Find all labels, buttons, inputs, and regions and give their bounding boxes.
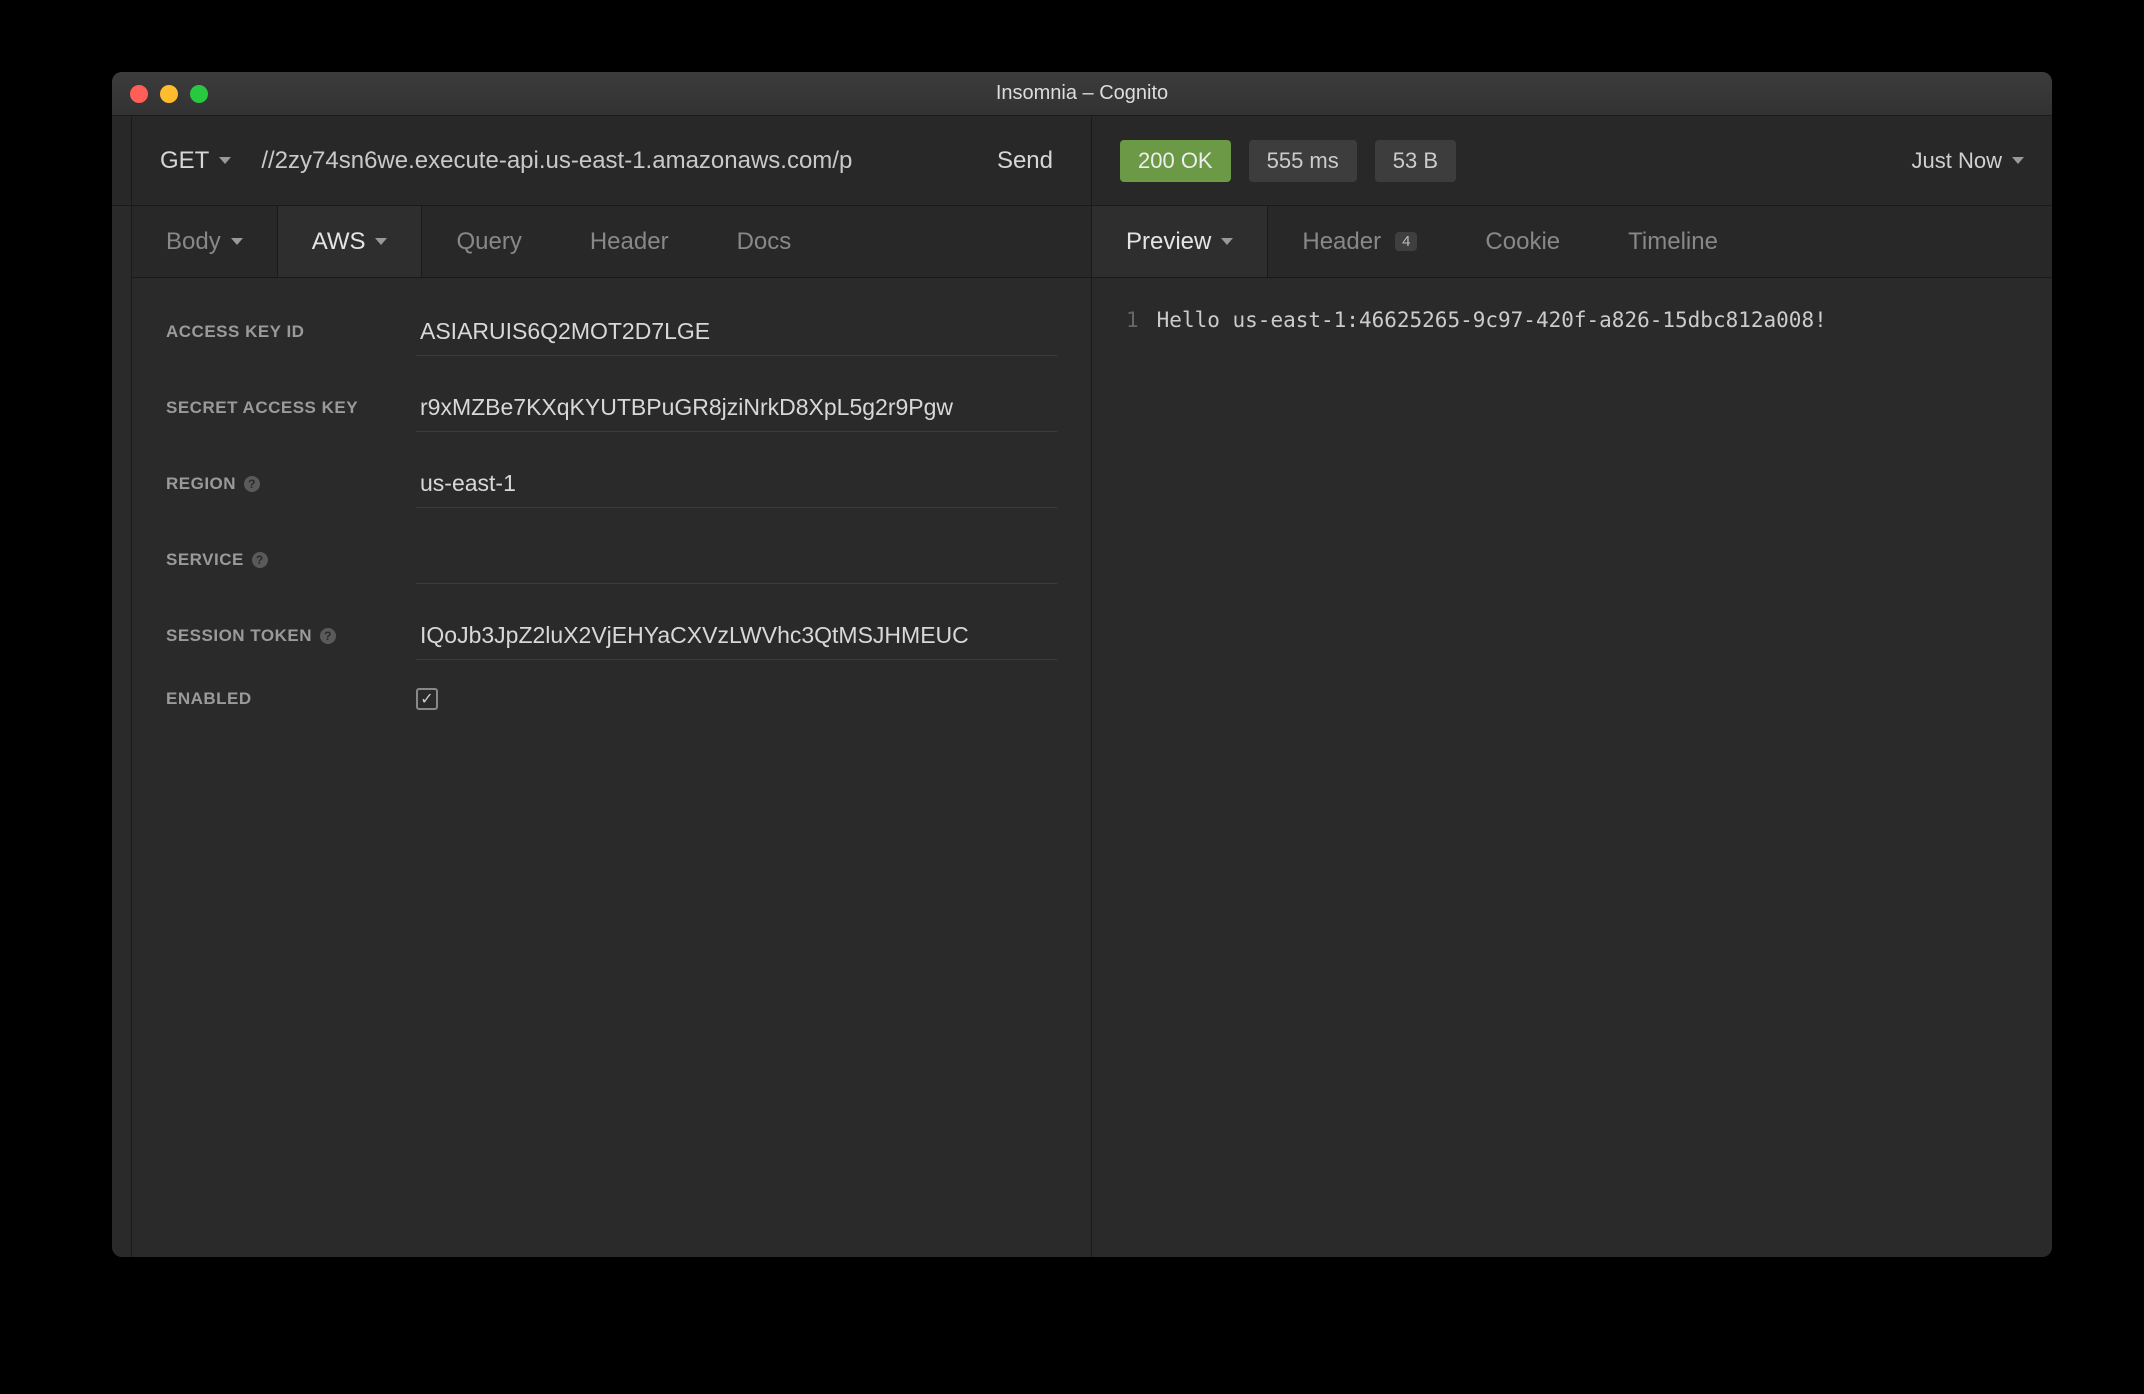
tab-preview-label: Preview — [1126, 228, 1211, 256]
method-dropdown[interactable]: GET — [160, 147, 251, 175]
input-session-token[interactable] — [416, 612, 1057, 660]
chevron-down-icon — [375, 238, 387, 245]
close-icon[interactable] — [130, 85, 148, 103]
titlebar: Insomnia – Cognito — [112, 72, 2052, 116]
chevron-down-icon — [2012, 157, 2024, 164]
status-badge: 200 OK — [1120, 140, 1231, 182]
help-icon[interactable]: ? — [320, 628, 336, 644]
input-secret-access-key[interactable] — [416, 384, 1057, 432]
chevron-down-icon — [231, 238, 243, 245]
tab-cookie-label: Cookie — [1485, 228, 1560, 256]
line-number: 1 — [1126, 308, 1157, 1227]
tab-header-label: Header — [590, 228, 669, 256]
traffic-lights — [130, 85, 208, 103]
response-panel: Preview Header 4 Cookie Timeline 1 Hello… — [1092, 206, 2052, 1257]
time-badge: 555 ms — [1249, 140, 1357, 182]
app-window: Insomnia – Cognito GET Send 200 OK 555 m… — [112, 72, 2052, 1257]
main: Body AWS Query Header Docs — [112, 206, 2052, 1257]
response-meta-bar: 200 OK 555 ms 53 B Just Now — [1092, 116, 2052, 205]
row-service: SERVICE ? — [166, 536, 1057, 584]
sidebar-spacer — [112, 116, 132, 205]
label-region: REGION ? — [166, 474, 416, 494]
tab-body[interactable]: Body — [132, 206, 278, 277]
history-label: Just Now — [1912, 148, 2002, 174]
tab-docs-label: Docs — [737, 228, 792, 256]
row-access-key-id: ACCESS KEY ID — [166, 308, 1057, 356]
tab-query[interactable]: Query — [422, 206, 555, 277]
header-count-badge: 4 — [1395, 232, 1417, 251]
label-session-token: SESSION TOKEN ? — [166, 626, 416, 646]
label-enabled: ENABLED — [166, 689, 416, 709]
help-icon[interactable]: ? — [252, 552, 268, 568]
checkbox-enabled[interactable]: ✓ — [416, 688, 438, 710]
request-bar: GET Send — [132, 116, 1092, 205]
label-secret-access-key: SECRET ACCESS KEY — [166, 398, 416, 418]
url-input[interactable] — [251, 147, 987, 175]
tab-cookie[interactable]: Cookie — [1451, 206, 1594, 277]
label-service: SERVICE ? — [166, 550, 416, 570]
row-enabled: ENABLED ✓ — [166, 688, 1057, 710]
request-tabs: Body AWS Query Header Docs — [132, 206, 1091, 278]
tab-timeline-label: Timeline — [1628, 228, 1718, 256]
tab-header[interactable]: Header — [556, 206, 703, 277]
history-dropdown[interactable]: Just Now — [1912, 148, 2024, 174]
tab-auth-label: AWS — [312, 228, 366, 256]
chevron-down-icon — [219, 157, 231, 164]
response-text: Hello us-east-1:46625265-9c97-420f-a826-… — [1157, 308, 1827, 1227]
label-access-key-id: ACCESS KEY ID — [166, 322, 416, 342]
help-icon[interactable]: ? — [244, 476, 260, 492]
request-panel: Body AWS Query Header Docs — [132, 206, 1092, 1257]
method-label: GET — [160, 147, 209, 175]
tab-timeline[interactable]: Timeline — [1594, 206, 1752, 277]
tab-docs[interactable]: Docs — [703, 206, 826, 277]
left-strip — [112, 206, 132, 1257]
input-access-key-id[interactable] — [416, 308, 1057, 356]
topbar: GET Send 200 OK 555 ms 53 B Just Now — [112, 116, 2052, 206]
minimize-icon[interactable] — [160, 85, 178, 103]
tab-response-header[interactable]: Header 4 — [1268, 206, 1451, 277]
tab-body-label: Body — [166, 228, 221, 256]
fullscreen-icon[interactable] — [190, 85, 208, 103]
tab-query-label: Query — [456, 228, 521, 256]
row-session-token: SESSION TOKEN ? — [166, 612, 1057, 660]
aws-auth-form: ACCESS KEY ID SECRET ACCESS KEY REGION ? — [132, 278, 1091, 1257]
response-body: 1 Hello us-east-1:46625265-9c97-420f-a82… — [1092, 278, 2052, 1257]
tab-response-header-label: Header — [1302, 228, 1381, 256]
tab-auth[interactable]: AWS — [278, 206, 423, 277]
window-title: Insomnia – Cognito — [112, 82, 2052, 105]
row-region: REGION ? — [166, 460, 1057, 508]
send-button[interactable]: Send — [987, 147, 1063, 175]
chevron-down-icon — [1221, 238, 1233, 245]
row-secret-access-key: SECRET ACCESS KEY — [166, 384, 1057, 432]
size-badge: 53 B — [1375, 140, 1456, 182]
response-tabs: Preview Header 4 Cookie Timeline — [1092, 206, 2052, 278]
tab-preview[interactable]: Preview — [1092, 206, 1268, 277]
input-region[interactable] — [416, 460, 1057, 508]
input-service[interactable] — [416, 536, 1057, 584]
